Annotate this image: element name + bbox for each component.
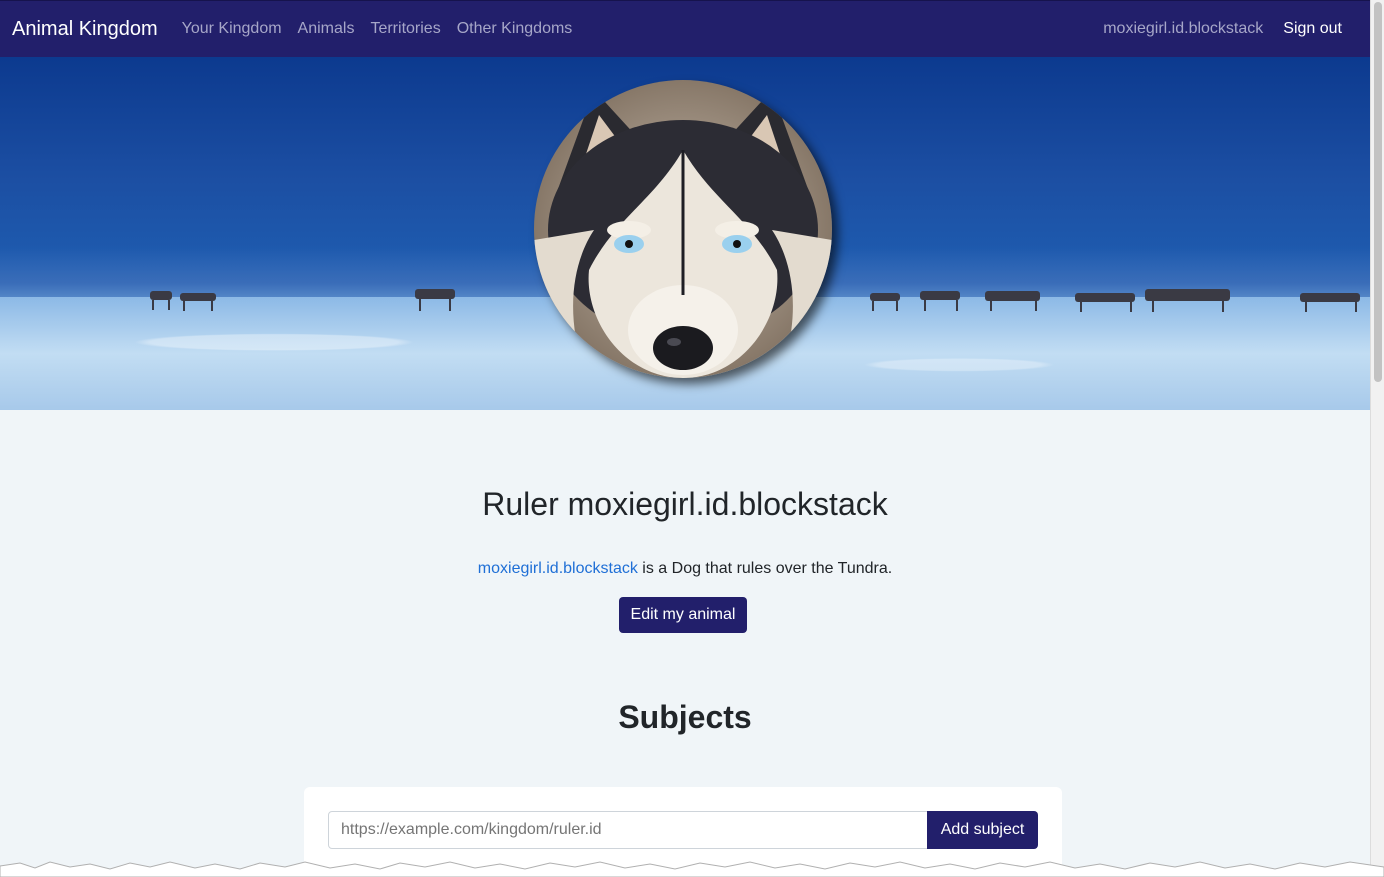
nav-territories[interactable]: Territories: [370, 20, 440, 38]
sign-out-link[interactable]: Sign out: [1283, 20, 1342, 38]
ruler-description-text: is a Dog that rules over the Tundra.: [637, 560, 893, 577]
husky-avatar-icon: [534, 80, 832, 378]
page: Animal Kingdom Your Kingdom Animals Terr…: [0, 0, 1370, 877]
hero-banner: [0, 57, 1370, 410]
reindeer-herd-left: [150, 289, 455, 311]
subject-url-input[interactable]: [328, 811, 928, 849]
ruler-title: Ruler moxiegirl.id.blockstack: [482, 486, 888, 522]
torn-edge: [0, 861, 1384, 877]
nav-your-kingdom[interactable]: Your Kingdom: [182, 20, 282, 38]
scrollbar-thumb[interactable]: [1374, 2, 1382, 382]
subjects-title: Subjects: [618, 699, 752, 735]
nav-animals[interactable]: Animals: [298, 20, 355, 38]
brand-link[interactable]: Animal Kingdom: [12, 18, 158, 41]
scrollbar[interactable]: [1370, 0, 1384, 877]
nav-links: Your Kingdom Animals Territories Other K…: [182, 20, 573, 38]
add-subject-button[interactable]: Add subject: [927, 811, 1038, 849]
ruler-user-link[interactable]: moxiegirl.id.blockstack: [478, 560, 638, 577]
edit-animal-button[interactable]: Edit my animal: [619, 597, 747, 633]
reindeer-herd-right: [870, 289, 1360, 312]
nav-other-kingdoms[interactable]: Other Kingdoms: [457, 20, 573, 38]
top-navbar: Animal Kingdom Your Kingdom Animals Terr…: [0, 0, 1370, 57]
ruler-description: moxiegirl.id.blockstack is a Dog that ru…: [0, 560, 1370, 578]
nav-user-link[interactable]: moxiegirl.id.blockstack: [1103, 20, 1263, 38]
nav-right: moxiegirl.id.blockstack Sign out: [1103, 20, 1342, 38]
